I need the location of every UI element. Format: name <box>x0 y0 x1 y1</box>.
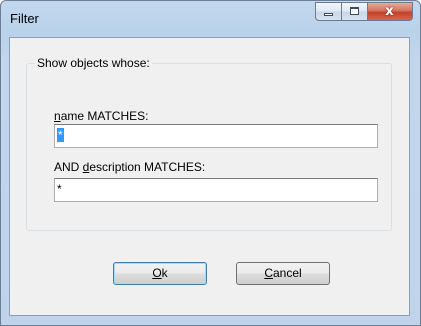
ok-button[interactable]: Ok <box>113 262 207 285</box>
name-matches-input[interactable]: * <box>54 124 378 148</box>
groupbox-label: Show objects whose: <box>35 56 152 70</box>
title-bar[interactable]: Filter x <box>1 1 420 37</box>
minimize-button[interactable] <box>315 2 342 21</box>
maximize-button[interactable] <box>342 2 368 21</box>
description-matches-input[interactable]: * <box>54 178 378 202</box>
description-matches-label: AND description MATCHES: <box>54 160 205 174</box>
cancel-label-rest: ancel <box>272 266 302 280</box>
name-matches-label: name MATCHES: <box>54 109 148 123</box>
caption-buttons: x <box>315 2 413 21</box>
description-label-prefix: AND <box>54 160 83 174</box>
name-label-mnemonic: n <box>54 109 61 123</box>
description-label-rest: escription MATCHES: <box>89 160 206 174</box>
dialog-client-area: Show objects whose: name MATCHES: * AND … <box>9 37 410 316</box>
close-icon: x <box>385 4 394 19</box>
cancel-mnemonic: C <box>264 266 273 280</box>
name-label-rest: ame MATCHES: <box>60 109 149 123</box>
cancel-button[interactable]: Cancel <box>236 262 330 285</box>
filter-dialog-window: Filter x Show objects whose: name MATCHE… <box>0 0 421 326</box>
name-matches-value: * <box>57 128 64 142</box>
ok-label-rest: k <box>161 266 168 280</box>
description-matches-value: * <box>57 182 62 196</box>
window-title: Filter <box>10 11 39 26</box>
maximize-icon <box>350 7 359 15</box>
minimize-icon <box>324 13 333 16</box>
ok-mnemonic: O <box>152 266 162 280</box>
close-button[interactable]: x <box>368 2 413 21</box>
